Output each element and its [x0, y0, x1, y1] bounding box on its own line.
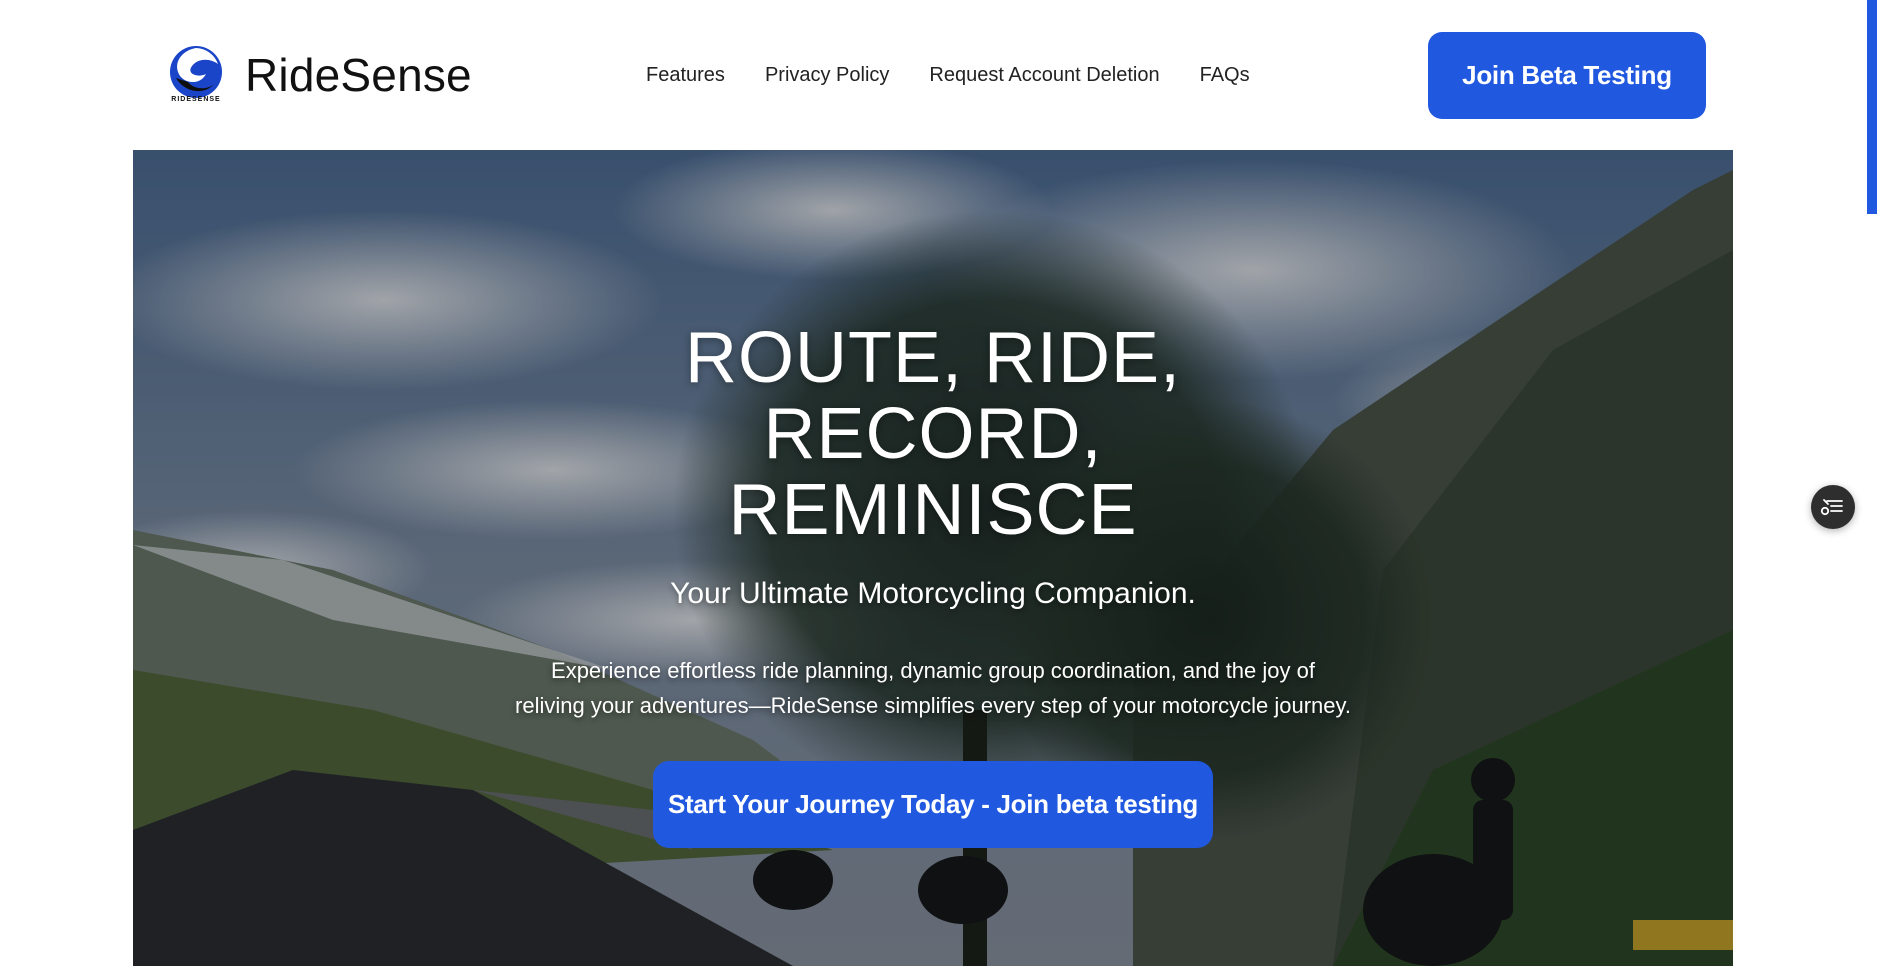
start-journey-button[interactable]: Start Your Journey Today - Join beta tes…: [653, 761, 1213, 848]
site-header: RIDESENSE RideSense Features Privacy Pol…: [0, 0, 1877, 150]
headline-line-3: REMINISCE: [728, 470, 1138, 550]
nav-link-request-account-deletion[interactable]: Request Account Deletion: [929, 62, 1159, 88]
headline-line-2: RECORD,: [763, 394, 1103, 474]
hero-tagline: Your Ultimate Motorcycling Companion.: [670, 577, 1196, 610]
main-nav: Features Privacy Policy Request Account …: [646, 62, 1250, 88]
brand-name[interactable]: RideSense: [245, 47, 472, 103]
logo-wordmark: RIDESENSE: [171, 96, 221, 103]
hero-headline: ROUTE, RIDE, RECORD, REMINISCE: [433, 320, 1433, 548]
nav-link-privacy-policy[interactable]: Privacy Policy: [765, 62, 889, 88]
description-line-1: Experience effortless ride planning, dyn…: [551, 658, 1315, 683]
join-beta-testing-button[interactable]: Join Beta Testing: [1428, 32, 1706, 119]
accessibility-menu-icon[interactable]: [1811, 485, 1855, 529]
hero-section: ROUTE, RIDE, RECORD, REMINISCE Your Ulti…: [133, 150, 1733, 966]
description-line-2: reliving your adventures—RideSense simpl…: [515, 693, 1351, 718]
nav-link-faqs[interactable]: FAQs: [1200, 62, 1250, 88]
hero-description: Experience effortless ride planning, dyn…: [433, 653, 1433, 723]
nav-link-features[interactable]: Features: [646, 62, 725, 88]
headline-line-1: ROUTE, RIDE,: [684, 318, 1182, 398]
scroll-progress-bar: [1867, 0, 1877, 214]
